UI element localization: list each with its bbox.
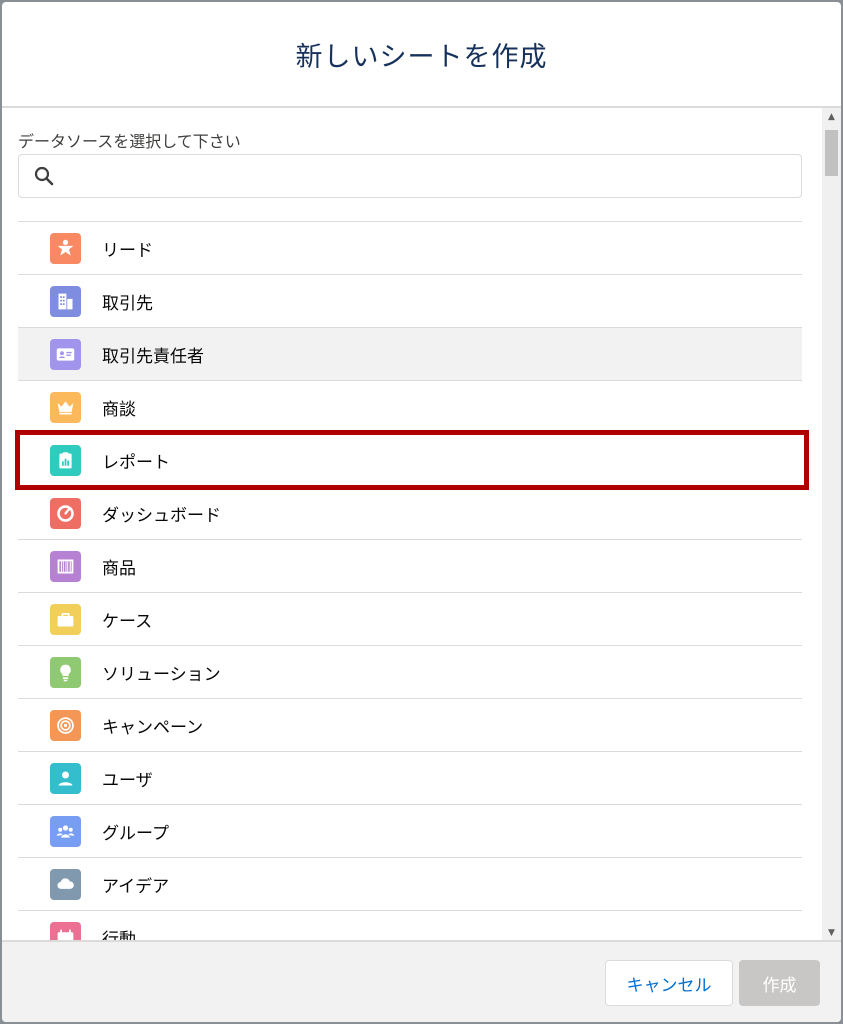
dashboard-icon [50, 497, 81, 529]
list-item[interactable]: アイデア [18, 857, 802, 910]
list-item-label: ケース [102, 611, 153, 632]
list-item-label: グループ [102, 823, 169, 844]
list-item-label: 取引先 [102, 293, 153, 314]
list-item[interactable]: レポート [18, 433, 802, 486]
list-item[interactable]: ケース [18, 592, 802, 645]
list-item[interactable]: グループ [18, 804, 802, 857]
datasource-search-input[interactable] [65, 155, 789, 197]
datasource-label: データソースを選択して下さい [18, 132, 241, 151]
list-item[interactable]: ユーザ [18, 751, 802, 804]
dialog-header: 新しいシートを作成 [2, 2, 841, 108]
scrollbar-thumb[interactable] [825, 130, 838, 176]
solution-icon [50, 656, 81, 688]
new-sheet-dialog: 新しいシートを作成 データソースを選択して下さい リード取引先取引先責任者 商談レ… [2, 2, 841, 1022]
account-icon [50, 285, 81, 317]
list-item-label: レポート [102, 452, 170, 473]
opportunity-icon [50, 391, 81, 423]
event-icon [50, 921, 81, 942]
dialog-body: データソースを選択して下さい リード取引先取引先責任者 商談レポートダッシュボード… [2, 108, 841, 942]
list-item[interactable]: キャンペーン [18, 698, 802, 751]
contact-icon [50, 338, 81, 370]
list-item-label: 商品 [102, 558, 136, 579]
cancel-button[interactable]: キャンセル [605, 960, 733, 1006]
group-icon [50, 815, 81, 847]
list-item[interactable]: 行動 [18, 910, 802, 942]
list-item-label: 商談 [102, 399, 136, 420]
list-item-label: アイデア [102, 876, 170, 897]
datasource-search-box[interactable] [18, 154, 802, 198]
user-icon [50, 762, 81, 794]
campaign-icon [50, 709, 81, 741]
list-item-label: ソリューション [102, 664, 221, 685]
scrollbar[interactable]: ▲ ▼ [822, 108, 841, 942]
dialog-title: 新しいシートを作成 [295, 41, 548, 73]
product-icon [50, 550, 81, 582]
dialog-footer: キャンセル 作成 [2, 940, 841, 1022]
lead-icon [50, 232, 81, 264]
idea-icon [50, 868, 81, 900]
list-item-label: ダッシュボード [102, 505, 221, 526]
list-item[interactable]: ソリューション [18, 645, 802, 698]
list-item-label: リード [102, 240, 153, 261]
list-item[interactable]: 商品 [18, 539, 802, 592]
list-item-label: 取引先責任者 [102, 346, 204, 367]
list-item[interactable]: ダッシュボード [18, 486, 802, 539]
case-icon [50, 603, 81, 635]
report-icon [50, 444, 81, 476]
list-item-label: キャンペーン [102, 717, 204, 738]
list-item[interactable]: 取引先責任者 [18, 327, 802, 380]
scroll-up-arrow-icon[interactable]: ▲ [822, 108, 841, 126]
search-icon [34, 166, 54, 186]
list-item[interactable]: 商談 [18, 380, 802, 433]
datasource-list: リード取引先取引先責任者 商談レポートダッシュボード 商品ケースソリューション キャン… [18, 221, 802, 942]
list-item[interactable]: リード [18, 221, 802, 274]
list-item[interactable]: 取引先 [18, 274, 802, 327]
list-item-label: ユーザ [102, 770, 153, 791]
create-button[interactable]: 作成 [739, 960, 820, 1006]
